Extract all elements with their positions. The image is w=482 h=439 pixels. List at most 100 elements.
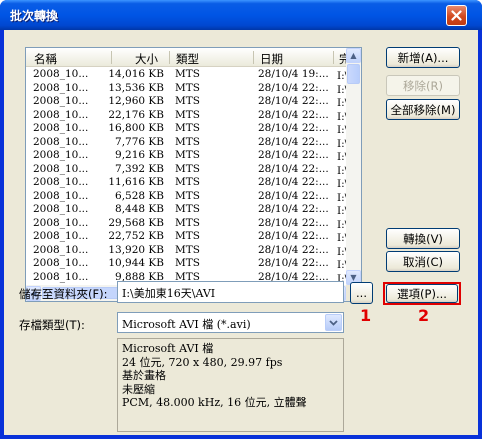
cell-name: 2008_10... [33, 230, 89, 242]
table-row[interactable]: 2008_10...13,536 KBMTS28/10/4 22:...I:\美 [26, 82, 346, 96]
cell-size: 12,960 KB [108, 95, 164, 107]
cell-name: 2008_10... [33, 270, 89, 283]
window-title: 批次轉換 [10, 9, 59, 23]
table-row[interactable]: 2008_10...11,616 KBMTS28/10/4 22:...I:\美 [26, 176, 346, 190]
table-row[interactable]: 2008_10...14,016 KBMTS28/10/4 19:...I:\美 [26, 68, 346, 82]
convert-button[interactable]: 轉換(V) [386, 228, 460, 249]
cell-name: 2008_10... [33, 135, 89, 148]
cell-name: 2008_10... [33, 189, 89, 202]
cell-type: MTS [175, 257, 200, 269]
vertical-scroll-thumb[interactable] [347, 64, 360, 84]
column-header-size[interactable]: 大小 [135, 51, 158, 66]
cell-type: MTS [175, 162, 200, 175]
cell-type: MTS [175, 230, 200, 242]
cell-size: 10,944 KB [108, 257, 164, 269]
cell-type: MTS [175, 95, 200, 107]
cell-type: MTS [175, 122, 200, 134]
column-header-date[interactable]: 日期 [260, 51, 283, 66]
cell-name: 2008_10... [33, 108, 89, 121]
cell-size: 22,752 KB [108, 230, 164, 242]
table-row[interactable]: 2008_10...22,752 KBMTS28/10/4 22:...I:\美 [26, 230, 346, 244]
table-row[interactable]: 2008_10...7,776 KBMTS28/10/4 22:...I:\美 [26, 136, 346, 150]
cell-type: MTS [175, 108, 200, 121]
table-row[interactable]: 2008_10...13,920 KBMTS28/10/4 22:...I:\美 [26, 244, 346, 258]
cell-date: 28/10/4 19:... [258, 68, 328, 80]
browse-button[interactable]: ... [350, 282, 373, 304]
column-header-type[interactable]: 類型 [176, 51, 199, 66]
cell-size: 14,016 KB [108, 68, 164, 80]
title-bar[interactable]: 批次轉換 [0, 0, 482, 30]
cell-name: 2008_10... [33, 257, 89, 269]
table-row[interactable]: 2008_10...9,216 KBMTS28/10/4 22:...I:\美 [26, 149, 346, 163]
cell-date: 28/10/4 22:... [258, 189, 328, 202]
save-folder-input[interactable]: I:\美加東16天\AVI [117, 281, 344, 303]
cancel-button[interactable]: 取消(C) [386, 251, 460, 272]
cell-size: 11,616 KB [108, 176, 164, 188]
cell-size: 13,536 KB [108, 81, 164, 94]
list-rows: 2008_10...14,016 KBMTS28/10/4 19:...I:\美… [26, 68, 346, 285]
remove-button[interactable]: 移除(R) [386, 75, 460, 96]
cell-date: 28/10/4 22:... [258, 257, 328, 269]
cell-name: 2008_10... [33, 176, 89, 188]
cell-type: MTS [175, 68, 200, 80]
cell-name: 2008_10... [33, 81, 89, 94]
scroll-up-button[interactable]: ▲ [346, 48, 361, 63]
column-header-name[interactable]: 名稱 [34, 51, 57, 66]
cell-type: MTS [175, 216, 200, 229]
batch-convert-dialog: 批次轉換 名稱 大小 類型 日期 完整 2008_10... 14,016 KB M… [0, 0, 482, 439]
remove-all-button[interactable]: 全部移除(M) [386, 99, 460, 120]
cell-size: 29,568 KB [108, 216, 164, 229]
cell-date: 28/10/4 22:... [258, 149, 328, 161]
cell-date: 28/10/4 22:... [258, 95, 328, 107]
cell-type: MTS [175, 203, 200, 215]
cell-type: MTS [175, 149, 200, 161]
table-row[interactable]: 2008_10...16,800 KBMTS28/10/4 22:...I:\美 [26, 122, 346, 136]
info-line: PCM, 48.000 kHz, 16 位元, 立體聲 [122, 396, 307, 409]
cell-size: 13,920 KB [108, 243, 164, 256]
cell-date: 28/10/4 22:... [258, 122, 328, 134]
dropdown-button[interactable] [325, 314, 342, 331]
vertical-scrollbar[interactable]: ▲ ▼ [346, 48, 361, 285]
cell-size: 7,392 KB [115, 162, 164, 175]
file-list[interactable]: 名稱 大小 類型 日期 完整 2008_10... 14,016 KB MTS 28/… [25, 47, 362, 302]
cell-date: 28/10/4 22:... [258, 81, 328, 94]
cell-size: 6,528 KB [115, 189, 164, 202]
cell-date: 28/10/4 22:... [258, 108, 328, 121]
add-button[interactable]: 新增(A)... [386, 47, 460, 68]
cell-name: 2008_10... [33, 122, 89, 134]
cell-name: 2008_10... [33, 95, 89, 107]
table-row[interactable]: 2008_10...22,176 KBMTS28/10/4 22:...I:\美 [26, 109, 346, 123]
close-button[interactable] [446, 5, 467, 26]
cell-name: 2008_10... [33, 216, 89, 229]
info-line: 24 位元, 720 x 480, 29.97 fps [122, 355, 283, 369]
file-type-value: Microsoft AVI 檔 (*.avi) [122, 318, 251, 331]
info-line: 未壓縮 [122, 382, 155, 396]
cell-date: 28/10/4 22:... [258, 176, 328, 188]
file-type-select[interactable]: Microsoft AVI 檔 (*.avi) [117, 312, 344, 333]
format-info-panel: Microsoft AVI 檔 24 位元, 720 x 480, 29.97 f… [117, 338, 344, 432]
close-icon [451, 10, 462, 21]
annotation-marker-2: 2 [418, 306, 430, 325]
table-row[interactable]: 2008_10...7,392 KBMTS28/10/4 22:...I:\美 [26, 163, 346, 177]
table-row[interactable]: 2008_10...29,568 KBMTS28/10/4 22:...I:\美 [26, 217, 346, 231]
cell-name: 2008_10... [33, 68, 89, 80]
table-row[interactable]: 2008_10...10,944 KBMTS28/10/4 22:...I:\美 [26, 257, 346, 271]
table-row[interactable]: 2008_10...12,960 KBMTS28/10/4 22:...I:\美 [26, 95, 346, 109]
list-header: 名稱 大小 類型 日期 完整 [26, 48, 346, 67]
table-row[interactable]: 2008_10...6,528 KBMTS28/10/4 22:...I:\美 [26, 190, 346, 204]
annotation-marker-1: 1 [360, 306, 372, 325]
cell-size: 22,176 KB [108, 108, 164, 121]
cell-date: 28/10/4 22:... [258, 243, 328, 256]
cell-size: 9,216 KB [115, 149, 164, 161]
cell-type: MTS [175, 135, 200, 148]
cell-date: 28/10/4 22:... [258, 135, 328, 148]
info-line: 基於畫格 [122, 369, 166, 382]
column-header-path[interactable]: 完整 [339, 51, 346, 66]
cell-name: 2008_10... [33, 149, 89, 161]
options-button[interactable]: 選項(P)... [386, 284, 458, 303]
file-type-label: 存檔類型(T): [19, 318, 85, 332]
cell-type: MTS [175, 243, 200, 256]
table-row[interactable]: 2008_10...8,448 KBMTS28/10/4 22:...I:\美 [26, 203, 346, 217]
cell-date: 28/10/4 22:... [258, 203, 328, 215]
dialog-body: 名稱 大小 類型 日期 完整 2008_10... 14,016 KB MTS 28/… [4, 30, 478, 435]
